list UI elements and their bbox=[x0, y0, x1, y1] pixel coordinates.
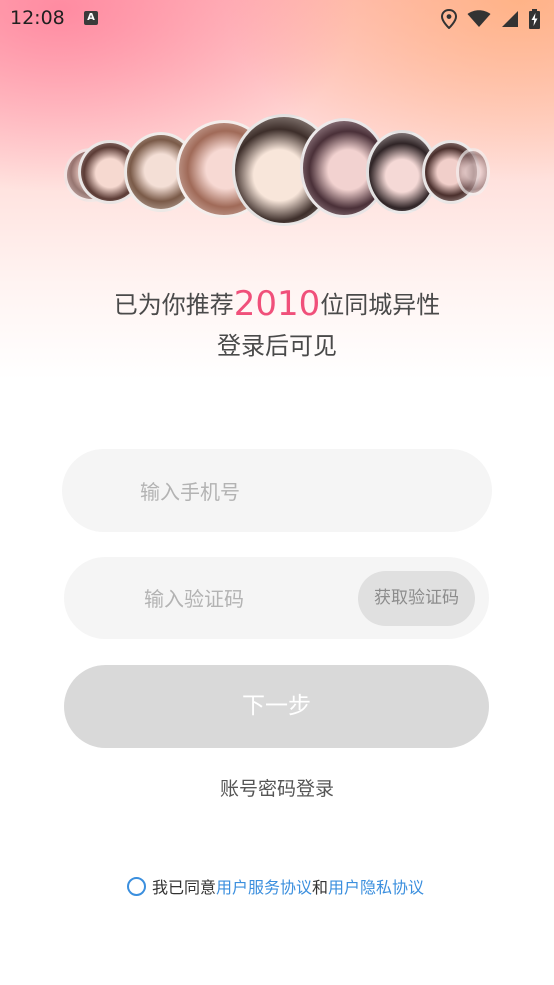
password-login-link[interactable]: 账号密码登录 bbox=[0, 774, 554, 804]
signal-icon bbox=[501, 10, 519, 28]
privacy-agreement-link[interactable]: 用户隐私协议 bbox=[328, 874, 424, 898]
phone-input[interactable] bbox=[138, 471, 462, 513]
status-time: 12:08 bbox=[10, 7, 65, 29]
get-code-button[interactable]: 获取验证码 bbox=[358, 571, 475, 626]
agree-radio-button[interactable] bbox=[127, 876, 146, 896]
recommended-count: 2010 bbox=[233, 284, 321, 324]
battery-charging-icon bbox=[529, 9, 540, 29]
notification-a-icon: A bbox=[84, 11, 98, 25]
avatar bbox=[456, 148, 490, 196]
login-screen: 12:08 A 已为你推荐2010位同城异性 登录后可见 输入手机号 输入验证码… bbox=[0, 0, 554, 985]
headline-suffix: 位同城异性 bbox=[320, 291, 441, 319]
phone-field-container bbox=[62, 449, 492, 532]
status-bar: 12:08 A bbox=[0, 0, 554, 38]
code-field-container: 获取验证码 bbox=[64, 557, 489, 639]
verification-code-input[interactable] bbox=[142, 578, 346, 620]
agreement-prefix: 我已同意 bbox=[152, 878, 217, 897]
wifi-icon bbox=[467, 10, 491, 28]
status-icons bbox=[441, 8, 540, 30]
recommended-avatars-strip bbox=[0, 110, 554, 240]
headline-prefix: 已为你推荐 bbox=[113, 291, 234, 319]
next-step-button[interactable]: 下一步 bbox=[64, 665, 489, 748]
service-agreement-link[interactable]: 用户服务协议 bbox=[216, 874, 312, 898]
login-to-view-text: 登录后可见 bbox=[217, 332, 337, 360]
recommendation-headline: 已为你推荐2010位同城异性 bbox=[0, 282, 554, 327]
agreement-row: 我已同意 用户服务协议和用户隐私协议 bbox=[127, 873, 424, 899]
agreement-and: 和 bbox=[312, 878, 329, 897]
location-icon bbox=[441, 9, 457, 29]
